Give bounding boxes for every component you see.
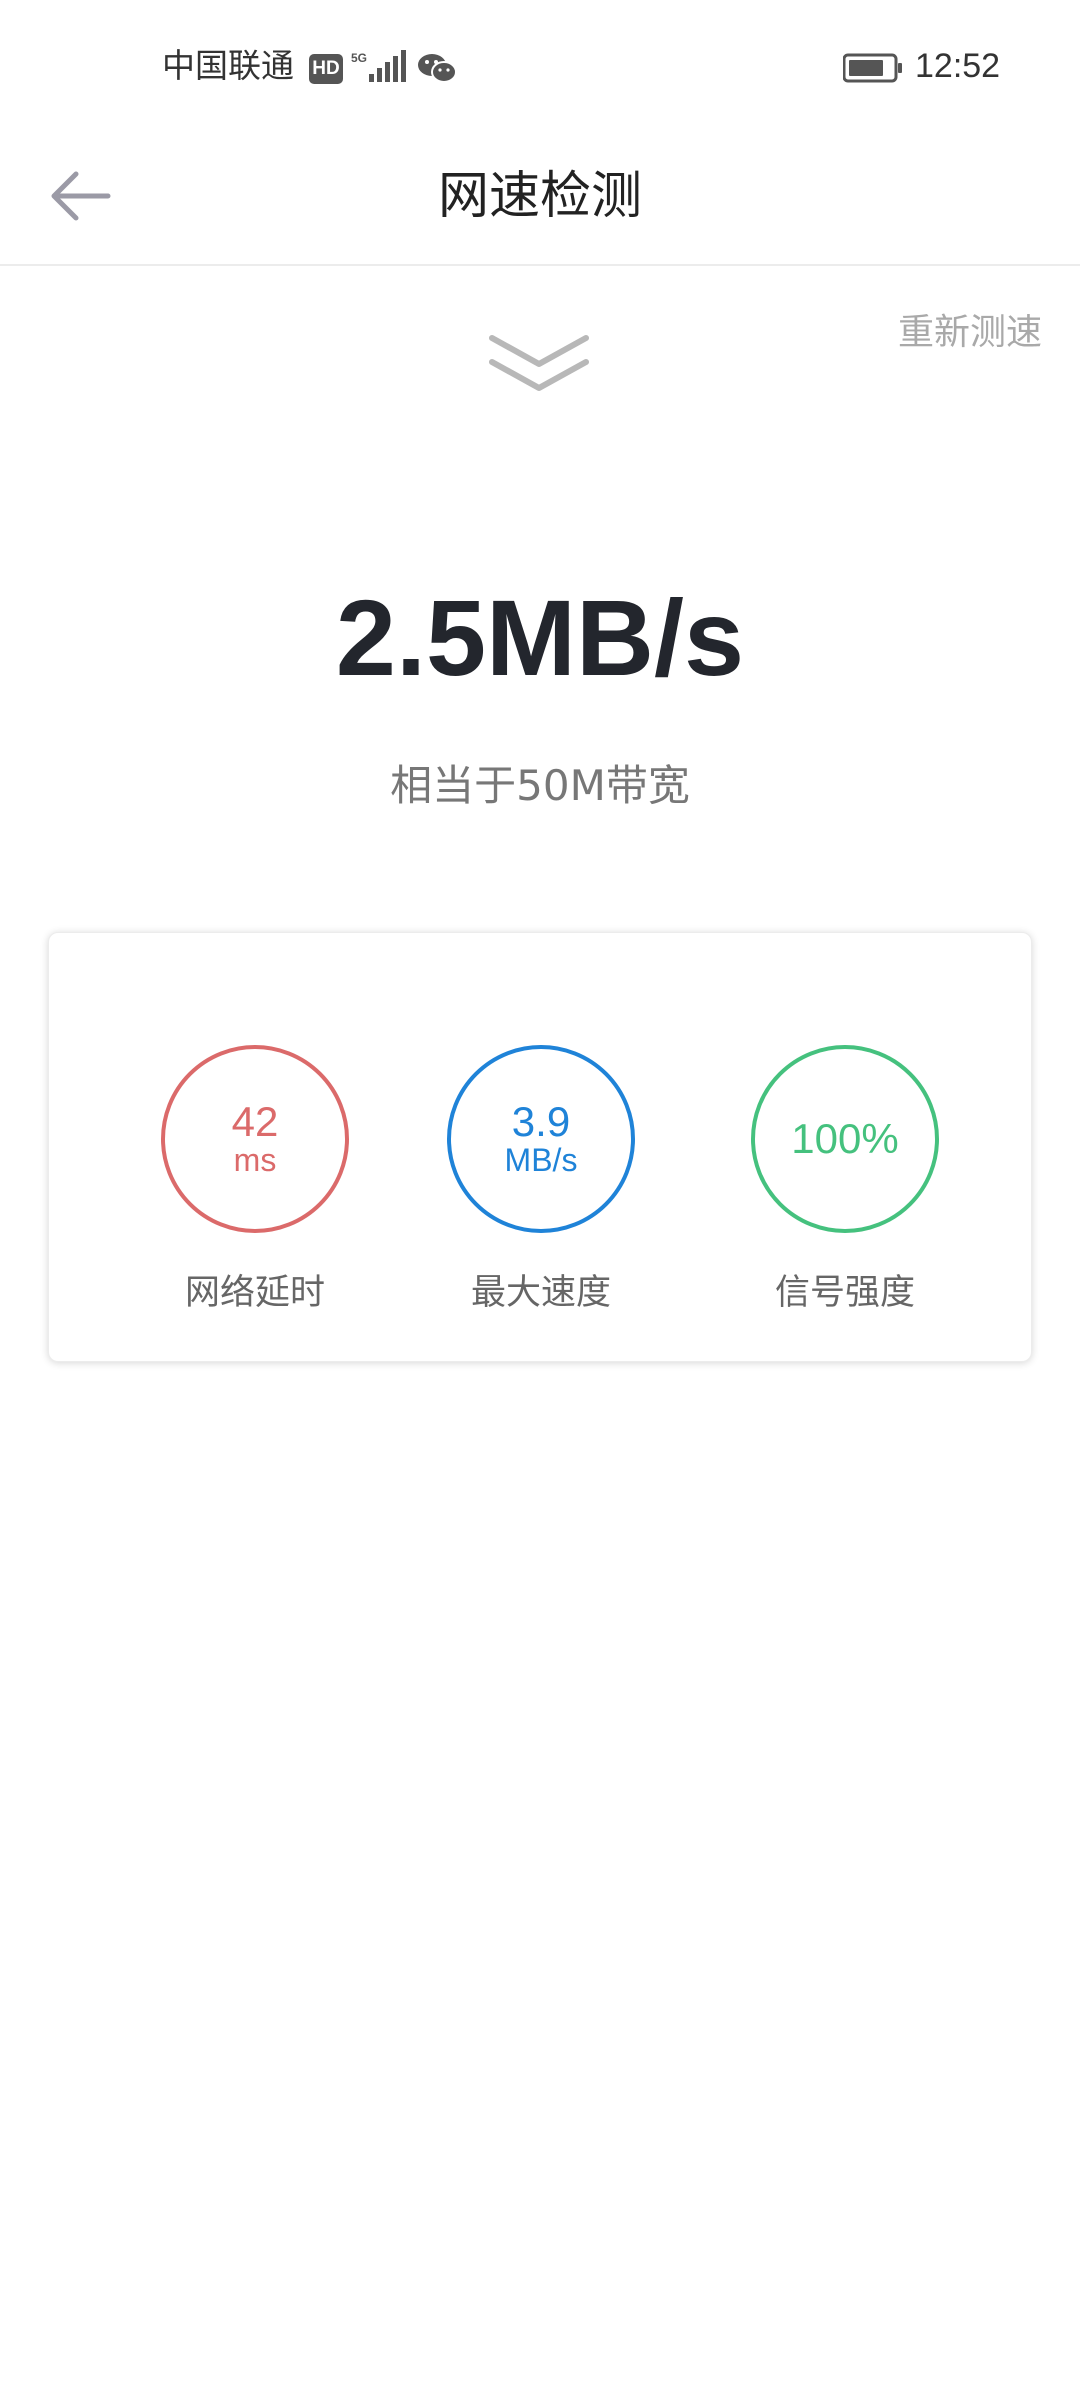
download-speed-value: 2.5MB/s xyxy=(335,577,745,698)
latency-unit: ms xyxy=(233,1142,277,1178)
signal-strength-label: 信号强度 xyxy=(774,1273,915,1313)
latency-ring: 42 ms xyxy=(161,1045,349,1233)
clock: 12:52 xyxy=(915,47,1001,85)
max-speed-unit: MB/s xyxy=(504,1142,578,1178)
wechat-icon xyxy=(418,54,457,83)
chevron-down-icon[interactable] xyxy=(486,330,592,396)
signal-strength-ring: 100% xyxy=(751,1045,939,1233)
carrier-name: 中国联通 xyxy=(162,46,294,85)
status-bar: 中国联通 HD 5G 12:52 xyxy=(0,0,1080,132)
bandwidth-equivalent: 相当于50M带宽 xyxy=(390,761,690,810)
signal-icon: 5G xyxy=(351,50,406,82)
battery-icon xyxy=(843,53,902,83)
retest-button[interactable]: 重新测速 xyxy=(898,308,1042,358)
stats-card: 42 ms 网络延时 3.9 MB/s 最大速度 100% 信号强度 xyxy=(48,932,1032,1362)
max-speed-stat: 3.9 MB/s 最大速度 xyxy=(411,1045,671,1317)
hd-icon: HD xyxy=(309,54,343,84)
status-icons: HD 5G xyxy=(309,50,457,84)
signal-strength-value: 100% xyxy=(791,1115,899,1162)
latency-label: 网络延时 xyxy=(184,1273,325,1313)
signal-strength-stat: 100% 信号强度 xyxy=(715,1045,975,1317)
max-speed-ring: 3.9 MB/s xyxy=(447,1045,635,1233)
max-speed-label: 最大速度 xyxy=(470,1273,611,1313)
latency-stat: 42 ms 网络延时 xyxy=(125,1045,385,1317)
latency-value: 42 xyxy=(231,1098,279,1145)
nav-bar: 网速检测 xyxy=(0,132,1080,266)
max-speed-value: 3.9 xyxy=(511,1098,571,1145)
network-type-label: 5G xyxy=(351,51,367,65)
page-title: 网速检测 xyxy=(437,167,642,226)
